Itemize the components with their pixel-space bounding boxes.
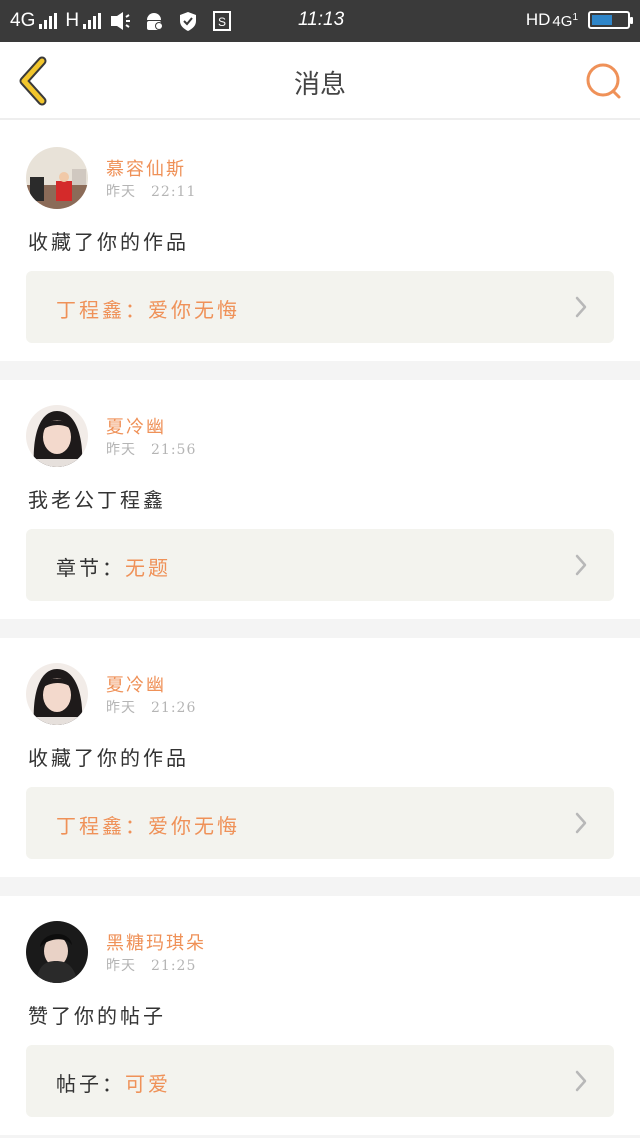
battery-icon	[588, 11, 633, 29]
hd-indicator: HD	[525, 10, 551, 29]
message-item: 黑糖玛琪朵 昨天 21:25 赞了你的帖子 帖子：可爱	[0, 896, 640, 1135]
reference-prefix: 丁程鑫：	[56, 814, 148, 838]
signal-icon-2	[83, 13, 102, 29]
avatar[interactable]	[26, 921, 88, 983]
vibrate-icon	[111, 12, 131, 30]
message-item: 夏冷幽 昨天 21:56 我老公丁程鑫 章节：无题	[0, 380, 640, 619]
network-4g-sub: 1	[572, 12, 578, 23]
divider	[0, 877, 640, 896]
message-item: 慕容仙斯 昨天 22:11 收藏了你的作品 丁程鑫：爱你无悔	[0, 122, 640, 361]
message-list: 慕容仙斯 昨天 22:11 收藏了你的作品 丁程鑫：爱你无悔 夏冷幽 昨天 21…	[0, 122, 640, 1138]
chevron-right-icon	[575, 1070, 587, 1092]
status-right: HD 4G1	[525, 6, 633, 34]
status-bar: 4G H S 11:13 HD 4G1	[0, 0, 640, 42]
network-4g-indicator: 4G1	[552, 11, 578, 29]
reference-prefix: 帖子：	[56, 1072, 125, 1096]
reference-prefix: 丁程鑫：	[56, 298, 148, 322]
message-time: 昨天 21:25	[106, 958, 197, 974]
reference-card[interactable]: 丁程鑫：爱你无悔	[26, 787, 614, 859]
avatar[interactable]	[26, 405, 88, 467]
reference-value: 爱你无悔	[148, 814, 240, 838]
message-text: 收藏了你的作品	[28, 746, 189, 770]
reference-value: 可爱	[125, 1072, 171, 1096]
reference-text: 章节：无题	[56, 552, 171, 581]
network-type-1: 4G	[10, 10, 36, 31]
username[interactable]: 黑糖玛琪朵	[106, 929, 206, 955]
network-4g-label: 4G	[552, 13, 573, 30]
top-nav-bar: 消息	[0, 42, 640, 120]
signal-icon	[39, 13, 58, 29]
shield-icon	[180, 12, 197, 31]
sim-card-icon: S	[213, 11, 232, 31]
network-type-2: H	[65, 10, 80, 31]
message-time: 昨天 21:26	[106, 700, 197, 716]
page-title: 消息	[293, 70, 346, 100]
reference-card[interactable]: 帖子：可爱	[26, 1045, 614, 1117]
username[interactable]: 夏冷幽	[106, 413, 166, 439]
avatar[interactable]	[26, 663, 88, 725]
android-icon	[147, 13, 164, 30]
status-time: 11:13	[298, 9, 345, 30]
chevron-right-icon	[575, 554, 587, 576]
divider	[0, 361, 640, 380]
divider	[0, 619, 640, 638]
message-item: 夏冷幽 昨天 21:26 收藏了你的作品 丁程鑫：爱你无悔	[0, 638, 640, 877]
reference-card[interactable]: 丁程鑫：爱你无悔	[26, 271, 614, 343]
reference-value: 爱你无悔	[148, 298, 240, 322]
reference-card[interactable]: 章节：无题	[26, 529, 614, 601]
username[interactable]: 夏冷幽	[106, 671, 166, 697]
message-time: 昨天 21:56	[106, 442, 197, 458]
message-time: 昨天 22:11	[106, 184, 197, 200]
message-text: 赞了你的帖子	[28, 1004, 166, 1028]
message-text: 我老公丁程鑫	[28, 488, 166, 512]
status-left: 4G H S	[10, 8, 245, 34]
avatar[interactable]	[26, 147, 88, 209]
message-text: 收藏了你的作品	[28, 230, 189, 254]
reference-text: 帖子：可爱	[56, 1068, 171, 1097]
username[interactable]: 慕容仙斯	[106, 155, 186, 181]
reference-prefix: 章节：	[56, 556, 125, 580]
svg-text:S: S	[218, 15, 226, 29]
reference-value: 无题	[125, 556, 171, 580]
reference-text: 丁程鑫：爱你无悔	[56, 810, 240, 839]
chevron-right-icon	[575, 296, 587, 318]
chevron-right-icon	[575, 812, 587, 834]
reference-text: 丁程鑫：爱你无悔	[56, 294, 240, 323]
search-icon[interactable]	[584, 62, 624, 102]
